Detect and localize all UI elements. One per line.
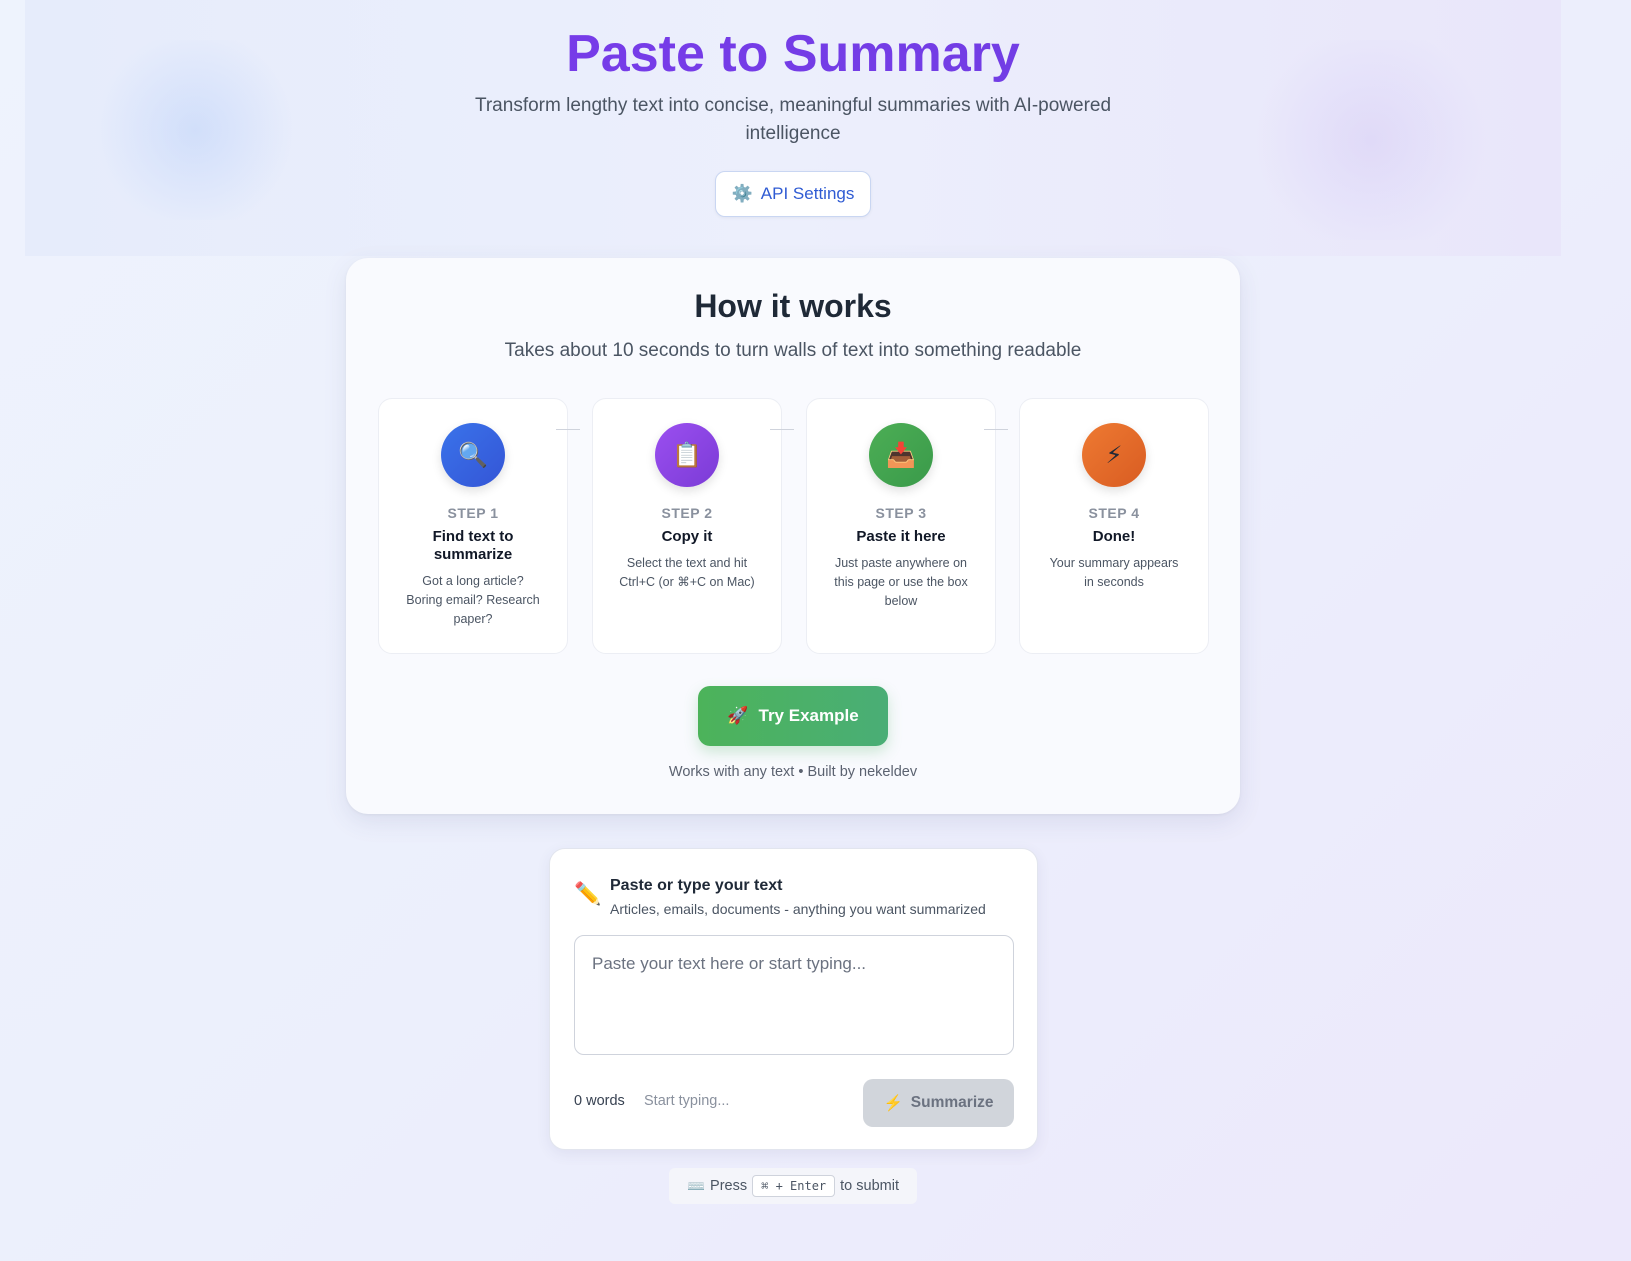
lightning-icon: ⚡ xyxy=(1082,423,1146,487)
header: Paste to Summary Transform lengthy text … xyxy=(25,0,1561,256)
lightning-icon: ⚡ xyxy=(883,1094,903,1112)
footer-note: Works with any text • Built by nekeldev xyxy=(668,764,918,780)
step-connector xyxy=(984,429,1008,430)
word-count: 0 words xyxy=(574,1093,625,1109)
summarize-button[interactable]: ⚡ Summarize xyxy=(863,1079,1014,1127)
step-description: Your summary appears in seconds xyxy=(1049,556,1179,589)
summarize-label: Summarize xyxy=(910,1094,994,1111)
step-description: Got a long article? Boring email? Resear… xyxy=(406,574,540,626)
try-example-label: Try Example xyxy=(758,706,859,725)
text-input-card: ✏️ Paste or type your text Articles, ema… xyxy=(549,848,1038,1150)
step-description: Select the text and hit Ctrl+C (or ⌘+C o… xyxy=(619,556,755,589)
how-it-works-card: How it works Takes about 10 seconds to t… xyxy=(346,258,1240,814)
input-title: Paste or type your text xyxy=(610,877,783,894)
api-settings-label: API Settings xyxy=(760,184,855,203)
keyboard-icon: ⌨️ xyxy=(686,1178,706,1195)
try-example-button[interactable]: 🚀 Try Example xyxy=(698,686,888,746)
step-title: Find text to summarize xyxy=(432,528,514,563)
step-card: 📥 STEP 3 Paste it here Just paste anywhe… xyxy=(806,398,996,654)
step-description: Just paste anywhere on this page or use … xyxy=(834,556,968,608)
inbox-tray-icon: 📥 xyxy=(869,423,933,487)
pencil-icon: ✏️ xyxy=(574,881,602,906)
step-number: STEP 3 xyxy=(875,505,927,521)
step-title: Copy it xyxy=(661,528,713,545)
shortcut-prefix: Press xyxy=(710,1178,748,1194)
how-it-works-subtitle: Takes about 10 seconds to turn walls of … xyxy=(504,340,1082,361)
step-title: Done! xyxy=(1092,528,1136,545)
magnifier-icon: 🔍 xyxy=(441,423,505,487)
step-number: STEP 4 xyxy=(1088,505,1140,521)
page-subtitle: Transform lengthy text into concise, mea… xyxy=(474,95,1112,144)
step-card: 🔍 STEP 1 Find text to summarize Got a lo… xyxy=(378,398,568,654)
shortcut-suffix: to submit xyxy=(840,1178,899,1194)
status-text: Start typing... xyxy=(644,1093,730,1109)
keyboard-shortcut-hint: ⌨️ Press ⌘ + Enter to submit xyxy=(669,1168,917,1204)
api-settings-button[interactable]: ⚙️ API Settings xyxy=(715,171,871,217)
step-number: STEP 2 xyxy=(661,505,713,521)
page-title: Paste to Summary xyxy=(25,24,1561,84)
step-card: 📋 STEP 2 Copy it Select the text and hit… xyxy=(592,398,782,654)
how-it-works-title: How it works xyxy=(694,288,892,324)
rocket-icon: 🚀 xyxy=(727,706,749,725)
text-input[interactable] xyxy=(574,935,1014,1055)
shortcut-keys: ⌘ + Enter xyxy=(752,1175,836,1197)
step-number: STEP 1 xyxy=(447,505,499,521)
gear-icon: ⚙️ xyxy=(731,184,753,203)
step-connector xyxy=(770,429,794,430)
step-connector xyxy=(556,429,580,430)
input-subtitle: Articles, emails, documents - anything y… xyxy=(610,901,986,917)
step-title: Paste it here xyxy=(856,528,946,545)
clipboard-icon: 📋 xyxy=(655,423,719,487)
step-card: ⚡ STEP 4 Done! Your summary appears in s… xyxy=(1019,398,1209,654)
